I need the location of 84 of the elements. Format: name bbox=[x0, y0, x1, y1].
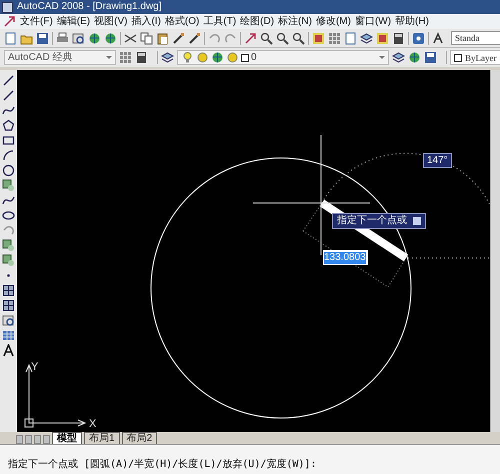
brush-icon[interactable] bbox=[188, 32, 201, 44]
menu-item[interactable]: 绘图(D) bbox=[240, 16, 274, 28]
menu-item[interactable]: 修改(M) bbox=[316, 16, 351, 28]
color-name: ByLayer bbox=[465, 52, 496, 64]
zoom-icon[interactable] bbox=[260, 32, 273, 44]
printer-icon[interactable] bbox=[56, 32, 69, 44]
scissors-icon[interactable] bbox=[124, 32, 137, 44]
block-icon[interactable] bbox=[2, 254, 15, 267]
layers-icon[interactable] bbox=[392, 51, 405, 64]
menu-item[interactable]: 工具(T) bbox=[203, 16, 236, 28]
prompt-text: 指定下一个点或 bbox=[337, 215, 407, 227]
globe-icon[interactable] bbox=[408, 51, 421, 64]
zoom-icon[interactable] bbox=[276, 32, 289, 44]
menu-item[interactable]: 窗口(W) bbox=[354, 16, 392, 28]
properties-icon[interactable] bbox=[312, 32, 325, 44]
paste-icon[interactable] bbox=[156, 32, 169, 44]
bulb-icon bbox=[181, 51, 194, 64]
drawing-canvas[interactable]: Y X 147° 指定下一个点或 133.0803 bbox=[17, 70, 490, 432]
text-style-dropdown[interactable]: Standa bbox=[451, 31, 500, 45]
save-icon[interactable] bbox=[36, 32, 49, 44]
brush-icon[interactable] bbox=[172, 32, 185, 44]
line-icon[interactable] bbox=[2, 89, 15, 102]
workspace-dropdown[interactable]: AutoCAD 经典 bbox=[4, 50, 116, 65]
axis-label: X bbox=[89, 418, 96, 430]
globe-icon bbox=[211, 51, 224, 64]
angle-tooltip: 147° bbox=[423, 153, 452, 168]
sun-icon bbox=[226, 51, 239, 64]
save-icon[interactable] bbox=[424, 51, 437, 64]
polygon-icon[interactable] bbox=[2, 119, 15, 132]
menu-item[interactable]: 视图(V) bbox=[94, 16, 128, 28]
curve-icon[interactable] bbox=[2, 104, 15, 117]
properties-icon[interactable] bbox=[376, 32, 389, 44]
menu-item[interactable]: 标注(N) bbox=[278, 16, 312, 28]
color-dropdown[interactable]: ByLayer bbox=[450, 50, 500, 65]
menu-item[interactable]: 文件(F) bbox=[20, 16, 53, 28]
command-prompt: 指定下一个点或 [圆弧(A)/半宽(H)/长度(L)/放弃(U)/宽度(W)]: bbox=[8, 459, 316, 471]
ucs-icon bbox=[24, 364, 86, 428]
globe-icon[interactable] bbox=[104, 32, 117, 44]
sun-icon bbox=[196, 51, 209, 64]
layer-name: 0 bbox=[251, 52, 258, 64]
window-title: AutoCAD 2008 - [Drawing1.dwg] bbox=[17, 1, 162, 13]
color-swatch-icon bbox=[241, 54, 249, 62]
arrow-down-icon bbox=[413, 217, 421, 225]
menu-item[interactable]: 格式(O) bbox=[164, 16, 200, 28]
hatch-icon[interactable] bbox=[2, 299, 15, 312]
layer-dropdown[interactable]: 0 bbox=[177, 50, 389, 65]
menu-item[interactable]: 编辑(E) bbox=[56, 16, 90, 28]
text-icon[interactable] bbox=[2, 344, 15, 357]
menu-item[interactable]: 插入(I) bbox=[131, 16, 161, 28]
caret-icon bbox=[379, 56, 385, 59]
scroll-bar[interactable] bbox=[490, 70, 500, 432]
calculator-icon[interactable] bbox=[392, 32, 405, 44]
workspace-name: AutoCAD 经典 bbox=[8, 52, 72, 64]
layout-tab[interactable]: 布局2 bbox=[122, 432, 158, 444]
layers-icon[interactable] bbox=[360, 32, 373, 44]
help-icon[interactable] bbox=[412, 32, 425, 44]
axis-label: Y bbox=[31, 361, 38, 373]
menu-item[interactable]: 帮助(H) bbox=[395, 16, 429, 28]
caret-icon bbox=[106, 56, 112, 59]
layout-tab[interactable]: 模型 bbox=[52, 432, 82, 444]
curve-icon[interactable] bbox=[2, 194, 15, 207]
preview-icon[interactable] bbox=[2, 314, 15, 327]
block-icon[interactable] bbox=[2, 239, 15, 252]
globe-icon[interactable] bbox=[88, 32, 101, 44]
document-icon[interactable] bbox=[4, 32, 17, 44]
arc-icon[interactable] bbox=[2, 149, 15, 162]
color-swatch-icon bbox=[454, 54, 462, 62]
document-icon[interactable] bbox=[344, 32, 357, 44]
calculator-icon[interactable] bbox=[135, 51, 148, 64]
hatch-icon[interactable] bbox=[2, 284, 15, 297]
table-icon[interactable] bbox=[2, 329, 15, 342]
circle-icon[interactable] bbox=[2, 164, 15, 177]
app-logo-icon bbox=[2, 2, 13, 12]
line-icon[interactable] bbox=[2, 74, 15, 87]
copy-icon[interactable] bbox=[140, 32, 153, 44]
rectangle-icon[interactable] bbox=[2, 134, 15, 147]
ellipse-icon[interactable] bbox=[2, 209, 15, 222]
layers-icon[interactable] bbox=[161, 51, 174, 64]
block-icon[interactable] bbox=[2, 179, 15, 192]
preview-icon[interactable] bbox=[72, 32, 85, 44]
grid-icon[interactable] bbox=[328, 32, 341, 44]
zoom-icon[interactable] bbox=[292, 32, 305, 44]
layout-tab[interactable]: 布局1 bbox=[84, 432, 120, 444]
text-style-icon[interactable] bbox=[432, 32, 445, 44]
